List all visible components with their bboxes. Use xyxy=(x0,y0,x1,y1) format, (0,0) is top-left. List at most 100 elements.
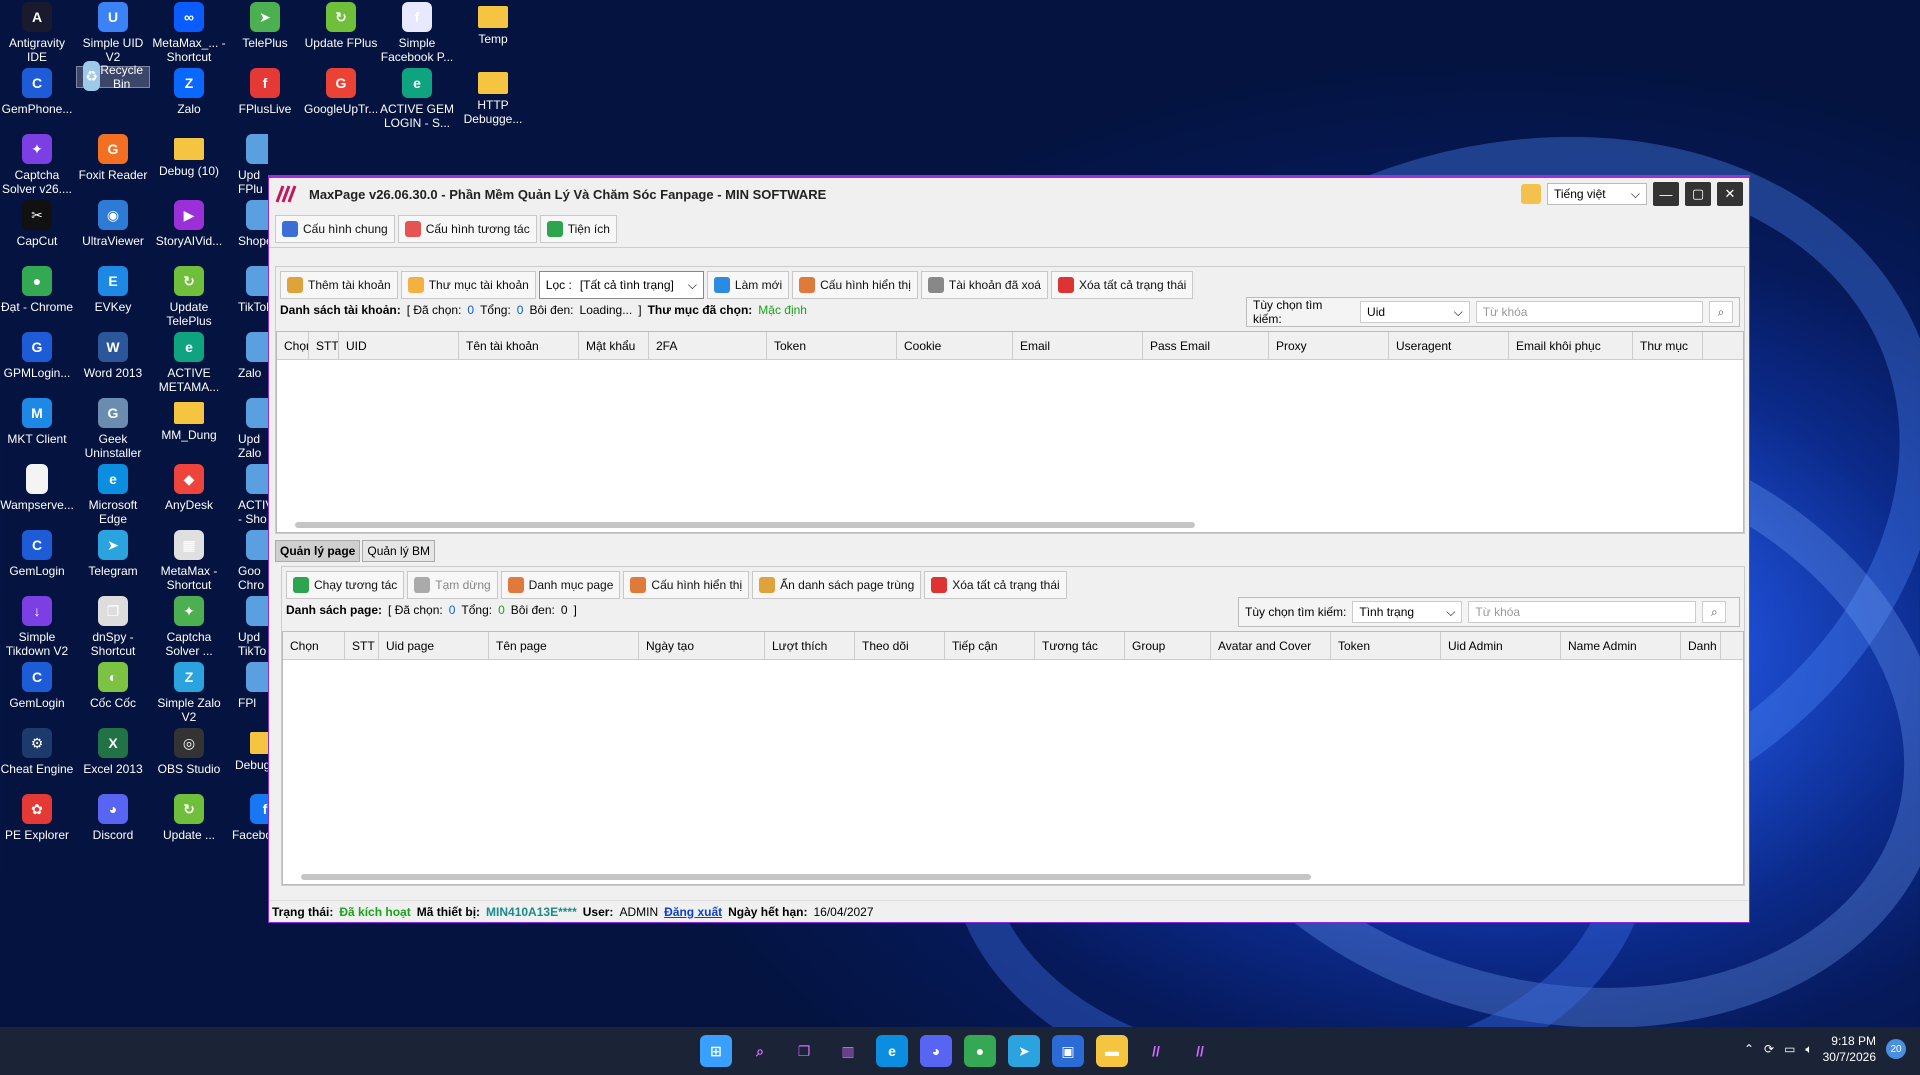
refresh-button[interactable]: Làm mới xyxy=(706,271,790,299)
widgets-icon[interactable]: ▥ xyxy=(832,1035,864,1067)
desktop-icon-label: dnSpy - Shortcut xyxy=(90,630,136,658)
app-icon[interactable]: ▣ xyxy=(1052,1035,1084,1067)
column-header[interactable]: STT xyxy=(309,332,339,359)
windows-start-icon[interactable]: ⊞ xyxy=(700,1035,732,1067)
column-header[interactable]: Uid Admin xyxy=(1441,632,1561,659)
column-header[interactable]: Avatar and Cover xyxy=(1211,632,1331,659)
column-header[interactable]: Tên tài khoản xyxy=(459,332,579,359)
pause-button[interactable]: Tạm dừng xyxy=(407,571,498,599)
language-select[interactable]: Tiếng việt ⌵ xyxy=(1547,183,1647,205)
sub-tabs: Quản lý page Quản lý BM xyxy=(275,540,436,562)
search-icon[interactable]: ⌕ xyxy=(744,1035,776,1067)
account-table-scrollbar[interactable] xyxy=(295,522,1195,528)
desktop-icon-label: Discord xyxy=(92,828,134,842)
notification-badge[interactable]: 20 xyxy=(1886,1039,1906,1059)
column-header[interactable]: Email khôi phục xyxy=(1509,332,1633,359)
desktop-icon[interactable]: ♻ Recycle Bin xyxy=(76,61,150,91)
column-header[interactable]: Chọn xyxy=(283,632,345,659)
task-view-icon[interactable]: ❐ xyxy=(788,1035,820,1067)
close-button[interactable]: ✕ xyxy=(1717,182,1743,206)
column-header[interactable]: Danh xyxy=(1681,632,1721,659)
edge-icon[interactable]: e xyxy=(876,1035,908,1067)
trash-button[interactable]: Xóa tất cả trạng thái xyxy=(1050,271,1194,299)
column-header[interactable]: Tương tác xyxy=(1035,632,1125,659)
desktop-icon[interactable]: e ACTIVE GEM LOGIN - S... xyxy=(380,66,454,144)
desktop-icon[interactable]: ✿ PE Explorer xyxy=(0,792,74,870)
sub-tab[interactable]: Quản lý page xyxy=(275,540,361,562)
column-header[interactable]: Tên page xyxy=(489,632,639,659)
telegram-icon[interactable]: ➤ xyxy=(1008,1035,1040,1067)
display-config-button[interactable]: Cấu hình hiển thị xyxy=(623,571,750,599)
desktop-icon[interactable]: HTTP Debugge... xyxy=(456,66,530,144)
share-button[interactable]: Cấu hình tương tác xyxy=(397,214,537,243)
sync-icon[interactable]: ⟳ xyxy=(1764,1042,1774,1056)
column-header[interactable]: Mật khẩu xyxy=(579,332,649,359)
account-search-input[interactable]: Từ khóa xyxy=(1475,301,1704,323)
desktop-icon-label: OBS Studio xyxy=(157,762,221,776)
discord-icon: ◕ xyxy=(98,794,128,824)
minimize-button[interactable]: — xyxy=(1653,182,1679,206)
column-header[interactable]: Lượt thích xyxy=(765,632,855,659)
desktop-icon-partial[interactable]: FPl xyxy=(228,660,268,738)
account-panel: Thêm tài khoản Thư mục tài khoản Lọc : [Tất… xyxy=(275,266,1745,534)
search-icon[interactable]: ⌕ xyxy=(1702,601,1727,623)
play-button[interactable]: Chạy tương tác xyxy=(286,571,405,599)
page-table-scrollbar[interactable] xyxy=(301,874,1311,880)
account-search-option[interactable]: Uid ⌵ xyxy=(1360,301,1470,323)
maxpage-icon[interactable]: // xyxy=(1140,1035,1172,1067)
column-header[interactable]: UID xyxy=(339,332,459,359)
column-header[interactable]: Thư mục xyxy=(1633,332,1703,359)
column-header[interactable]: 2FA xyxy=(649,332,767,359)
desktop-icon[interactable]: ↻ Update ... xyxy=(152,792,226,870)
deleted-accounts-button[interactable]: Tài khoản đã xoá xyxy=(920,271,1048,299)
chevron-up-icon[interactable]: ⌃ xyxy=(1744,1042,1754,1056)
column-header[interactable]: Token xyxy=(1331,632,1441,659)
page-table[interactable]: Chọn STT Uid page Tên page Ngày tạo Lượt thíc… xyxy=(282,631,1744,885)
page-search-input[interactable]: Từ khóa xyxy=(1468,601,1697,623)
column-header[interactable]: Group xyxy=(1125,632,1211,659)
account-table[interactable]: ChọnSTTUIDTên tài khoảnMật khẩu2FATokenC… xyxy=(276,331,1744,533)
title-bar[interactable]: MaxPage v26.06.30.0 - Phần Mềm Quản Lý V… xyxy=(269,178,1749,210)
desktop-icon-label: GoogleUpTr... xyxy=(304,102,379,116)
discord-icon[interactable]: ◕ xyxy=(920,1035,952,1067)
evkey-icon: E xyxy=(98,266,128,296)
status-filter-select[interactable]: Lọc : [Tất cả tình trạng] ⌵ xyxy=(538,271,704,299)
list-button[interactable]: Danh mục page xyxy=(500,571,621,599)
column-header[interactable]: Cookie xyxy=(897,332,1013,359)
hide-duplicates-button[interactable]: Ẩn danh sách page trùng xyxy=(752,571,922,599)
sub-tab[interactable]: Quản lý BM xyxy=(362,540,436,562)
volume-icon[interactable]: 🔈︎ xyxy=(1805,1042,1812,1057)
file-explorer-icon[interactable]: ▬ xyxy=(1096,1035,1128,1067)
column-header[interactable]: Chọn xyxy=(277,332,309,359)
column-header[interactable]: Uid page xyxy=(379,632,489,659)
column-header[interactable]: Email xyxy=(1013,332,1143,359)
deleted-accounts-icon xyxy=(927,277,944,293)
maxpage-window: MaxPage v26.06.30.0 - Phần Mềm Quản Lý V… xyxy=(268,175,1750,923)
column-header[interactable]: Useragent xyxy=(1389,332,1509,359)
meta-icon: ∞ xyxy=(174,2,204,32)
display-config-button[interactable]: Cấu hình hiển thị xyxy=(792,271,918,299)
column-header[interactable]: Pass Email xyxy=(1143,332,1269,359)
column-header[interactable]: STT xyxy=(345,632,379,659)
folder-button[interactable]: Thư mục tài khoản xyxy=(400,271,536,299)
maxpage-icon-2[interactable]: // xyxy=(1184,1035,1216,1067)
grid-button[interactable]: Tiện ích xyxy=(539,214,617,243)
clock[interactable]: 9:18 PM 30/7/2026 xyxy=(1823,1033,1876,1065)
add-user-button[interactable]: Thêm tài khoản xyxy=(280,271,398,299)
column-header[interactable]: Name Admin xyxy=(1561,632,1681,659)
trash-button[interactable]: Xóa tất cả trạng thái xyxy=(924,571,1067,599)
page-search-option[interactable]: Tình trạng ⌵ xyxy=(1352,601,1463,623)
gear-button[interactable]: Cấu hình chung xyxy=(275,214,395,243)
column-header[interactable]: Token xyxy=(767,332,897,359)
chrome-icon[interactable]: ● xyxy=(964,1035,996,1067)
column-header[interactable]: Theo dõi xyxy=(855,632,945,659)
column-header[interactable]: Ngày tạo xyxy=(639,632,765,659)
desktop-icon[interactable]: G GoogleUpTr... xyxy=(304,66,378,144)
search-icon[interactable]: ⌕ xyxy=(1709,301,1734,323)
network-icon[interactable]: ▭ xyxy=(1784,1042,1795,1056)
desktop-icon[interactable]: ◕ Discord xyxy=(76,792,150,870)
maximize-button[interactable]: ▢ xyxy=(1685,182,1711,206)
column-header[interactable]: Tiếp cận xyxy=(945,632,1035,659)
column-header[interactable]: Proxy xyxy=(1269,332,1389,359)
logout-link[interactable]: Đăng xuất xyxy=(664,905,722,919)
